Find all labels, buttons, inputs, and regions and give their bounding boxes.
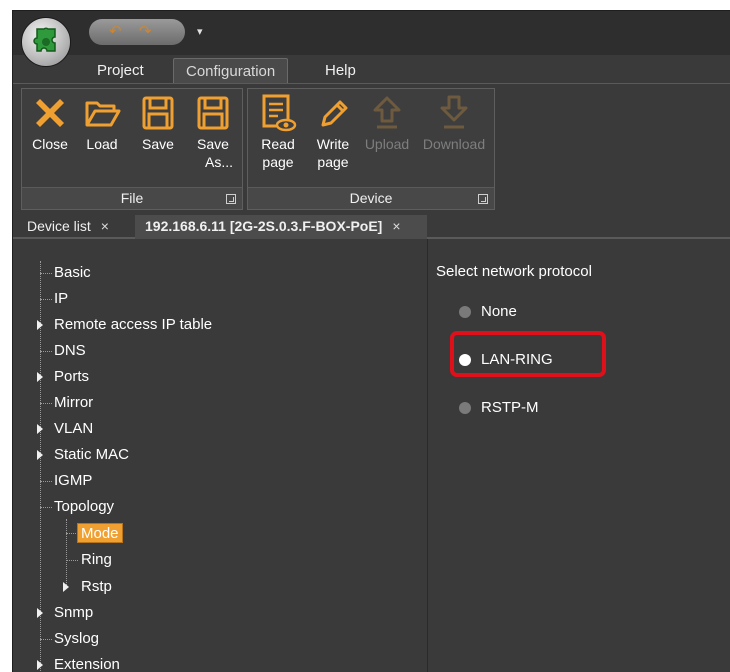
ribbon-group-device-label: Device: [248, 187, 494, 209]
save-as-label-line2: As...: [204, 154, 233, 170]
file-group-title: File: [120, 190, 144, 206]
tree-connector: [40, 481, 52, 482]
read-page-label-line2: page: [262, 154, 294, 170]
load-label: Load: [86, 136, 118, 152]
quick-access-toolbar: ↶ ↷: [89, 19, 185, 45]
radio-none-label: None: [481, 303, 517, 320]
tree-item-basic[interactable]: Basic: [54, 263, 91, 283]
radio-rstp-m-label: RSTP-M: [481, 399, 539, 416]
ribbon-group-device: Read page Write page Upload Download Dev…: [247, 88, 495, 210]
protocol-section-title: Select network protocol: [436, 263, 592, 280]
load-button[interactable]: Load: [78, 89, 126, 187]
quick-access-more-icon[interactable]: ▾: [197, 25, 203, 38]
tree-item-mirror[interactable]: Mirror: [54, 393, 93, 413]
close-tab-icon[interactable]: ×: [392, 218, 400, 234]
tree-connector: [40, 639, 52, 640]
expand-arrow-icon[interactable]: [37, 660, 43, 670]
save-icon: [142, 96, 174, 130]
tree-item-topology[interactable]: Topology: [54, 497, 114, 517]
save-as-label-line1: Save: [197, 136, 229, 152]
radio-indicator: [459, 306, 471, 318]
tree-item-igmp[interactable]: IGMP: [54, 471, 92, 491]
tree-item-extension[interactable]: Extension: [54, 655, 120, 672]
tree-item-mode[interactable]: Mode: [77, 523, 123, 543]
download-label: Download: [422, 136, 486, 152]
radio-lan-ring[interactable]: LAN-RING: [459, 349, 553, 371]
title-bar: ↶ ↷ ▾: [13, 11, 730, 55]
read-page-button[interactable]: Read page: [252, 89, 304, 187]
tree-item-ip[interactable]: IP: [54, 289, 68, 309]
device-group-launcher-icon[interactable]: [478, 194, 488, 204]
tab-device-config-label: 192.168.6.11 [2G-2S.0.3.F-BOX-PoE]: [145, 218, 383, 234]
save-button[interactable]: Save: [134, 89, 182, 187]
tree-connector: [40, 403, 52, 404]
save-as-button[interactable]: Save As...: [188, 89, 238, 187]
download-button[interactable]: Download: [418, 89, 490, 187]
upload-icon: [373, 96, 401, 129]
read-page-icon: [262, 94, 297, 132]
ribbon-group-file: Close Load Save Save As... File: [21, 88, 243, 210]
close-button[interactable]: Close: [26, 89, 74, 187]
ribbon-group-file-label: File: [22, 187, 242, 209]
tree-connector: [40, 351, 52, 352]
device-group-title: Device: [349, 190, 393, 206]
radio-none[interactable]: None: [459, 301, 517, 323]
write-page-label-line2: page: [317, 154, 349, 170]
app-window: ↶ ↷ ▾ Project Configuration Help Close L…: [12, 10, 730, 672]
radio-indicator: [459, 402, 471, 414]
close-icon: [36, 99, 64, 127]
tree-connector: [40, 299, 52, 300]
tree-item-dns[interactable]: DNS: [54, 341, 86, 361]
save-label: Save: [142, 136, 174, 152]
file-group-launcher-icon[interactable]: [226, 194, 236, 204]
tree-connector: [66, 519, 67, 587]
write-page-icon: [321, 100, 348, 127]
expand-arrow-icon[interactable]: [37, 424, 43, 434]
write-page-label-line1: Write: [316, 136, 350, 152]
write-page-button[interactable]: Write page: [308, 89, 358, 187]
download-icon: [440, 95, 468, 129]
tab-project[interactable]: Project: [85, 58, 156, 83]
app-logo-icon: [33, 27, 56, 52]
tab-help[interactable]: Help: [313, 58, 368, 83]
expand-arrow-icon[interactable]: [37, 450, 43, 460]
tab-device-list[interactable]: Device list ×: [15, 215, 133, 239]
tree-item-rstp[interactable]: Rstp: [81, 577, 112, 597]
redo-icon[interactable]: ↷: [139, 22, 152, 40]
tab-configuration[interactable]: Configuration: [173, 58, 289, 83]
application-menu-button[interactable]: [21, 17, 71, 67]
radio-indicator: [459, 354, 471, 366]
settings-tree: Basic IP Remote access IP table DNS Port…: [13, 239, 428, 672]
menu-tab-bar: Project Configuration Help: [13, 55, 730, 83]
radio-rstp-m[interactable]: RSTP-M: [459, 397, 539, 419]
ribbon: Close Load Save Save As... File Read pag…: [13, 83, 730, 213]
tab-device-config[interactable]: 192.168.6.11 [2G-2S.0.3.F-BOX-PoE] ×: [135, 215, 427, 239]
close-label: Close: [32, 136, 68, 152]
expand-arrow-icon[interactable]: [37, 320, 43, 330]
close-tab-icon[interactable]: ×: [101, 218, 109, 234]
expand-arrow-icon[interactable]: [37, 372, 43, 382]
save-as-icon: [197, 96, 229, 130]
expand-arrow-icon[interactable]: [37, 608, 43, 618]
radio-lan-ring-label: LAN-RING: [481, 351, 553, 368]
tree-connector: [40, 507, 52, 508]
folder-open-icon: [85, 101, 121, 127]
upload-label: Upload: [364, 136, 410, 152]
tree-item-snmp[interactable]: Snmp: [54, 603, 93, 623]
upload-button[interactable]: Upload: [360, 89, 414, 187]
tree-connector: [40, 273, 52, 274]
tree-item-ports[interactable]: Ports: [54, 367, 89, 387]
tab-device-list-label: Device list: [27, 218, 91, 234]
undo-icon[interactable]: ↶: [109, 22, 122, 40]
tree-item-vlan[interactable]: VLAN: [54, 419, 93, 439]
document-tab-bar: Device list × 192.168.6.11 [2G-2S.0.3.F-B…: [13, 213, 730, 239]
expand-arrow-icon[interactable]: [63, 582, 69, 592]
tree-item-syslog[interactable]: Syslog: [54, 629, 99, 649]
read-page-label-line1: Read: [261, 136, 295, 152]
protocol-panel: Select network protocol None LAN-RING RS…: [429, 239, 730, 672]
tree-item-static-mac[interactable]: Static MAC: [54, 445, 129, 465]
tree-connector: [66, 560, 78, 561]
tree-item-ring[interactable]: Ring: [81, 550, 112, 570]
tree-item-remote-access[interactable]: Remote access IP table: [54, 315, 212, 335]
